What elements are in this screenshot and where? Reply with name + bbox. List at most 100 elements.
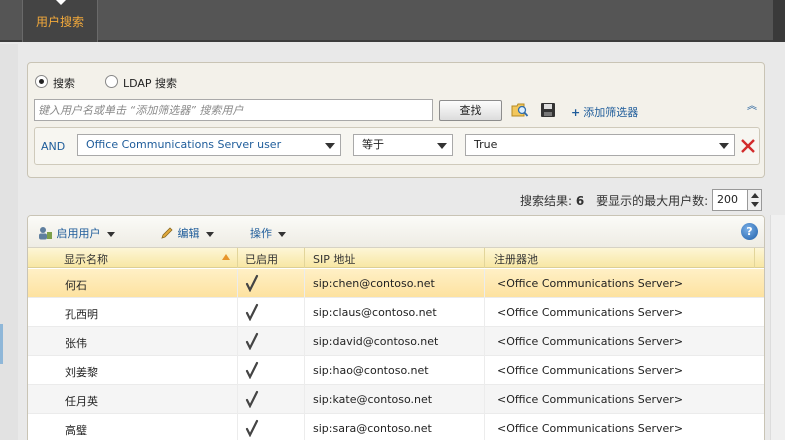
table-row[interactable]: 孔西明 sip:claus@contoso.net <Office Communic… (28, 298, 764, 327)
chevron-down-icon (719, 143, 729, 149)
cell-registrar-pool: <Office Communications Server> (497, 306, 684, 319)
column-divider[interactable] (754, 248, 755, 268)
cell-registrar-pool: <Office Communications Server> (497, 364, 684, 377)
max-users-value: 200 (717, 193, 738, 206)
enable-users-button[interactable]: 启用用户 (38, 225, 115, 241)
grid-toolbar: 启用用户 编辑 操作 ? (28, 216, 764, 248)
search-input[interactable] (34, 99, 433, 121)
filter-operator-value: 等于 (362, 138, 384, 151)
spin-down-icon[interactable] (751, 202, 759, 207)
cell-registrar-pool: <Office Communications Server> (497, 422, 684, 435)
cell-divider (237, 327, 238, 356)
edit-button[interactable]: 编辑 (160, 225, 214, 241)
top-bar-edge (773, 0, 785, 42)
enabled-check-icon (245, 274, 259, 292)
max-users-stepper[interactable]: 200 (712, 189, 762, 211)
table-row[interactable]: 刘姜黎 sip:hao@contoso.net <Office Communicat… (28, 356, 764, 385)
find-button[interactable]: 查找 (439, 100, 502, 121)
chevron-down-icon (106, 231, 115, 237)
max-users-label: 要显示的最大用户数: (596, 194, 709, 208)
cell-registrar-pool: <Office Communications Server> (497, 393, 684, 406)
results-count: 6 (575, 194, 585, 208)
cell-divider (237, 414, 238, 440)
vertical-scrollbar[interactable] (770, 215, 785, 440)
chevron-down-icon (437, 143, 447, 149)
chevron-down-icon (278, 231, 286, 237)
enabled-check-icon (245, 361, 259, 379)
search-results-summary: 搜索结果: 6 要显示的最大用户数: (520, 192, 708, 209)
cell-sip-address: sip:kate@contoso.net (313, 393, 433, 406)
cell-display-name: 任月英 (65, 395, 98, 408)
filter-value: True (474, 138, 498, 151)
open-search-icon[interactable] (511, 101, 529, 119)
table-row[interactable]: 何石 sip:chen@contoso.net <Office Communicat… (28, 269, 764, 298)
top-bar: 用户搜索 (0, 0, 785, 42)
cell-sip-address: sip:claus@contoso.net (313, 306, 437, 319)
cell-divider (237, 385, 238, 414)
actions-button[interactable]: 操作 (250, 225, 286, 241)
cell-divider (237, 298, 238, 327)
edit-label: 编辑 (177, 227, 200, 240)
column-header-registrar-pool[interactable]: 注册器池 (494, 251, 538, 267)
table-row[interactable]: 高璧 sip:sara@contoso.net <Office Communicat… (28, 414, 764, 440)
enabled-check-icon (245, 332, 259, 350)
table-row[interactable]: 任月英 sip:kate@contoso.net <Office Communica… (28, 385, 764, 414)
filter-operator-select[interactable]: 等于 (353, 134, 453, 156)
radio-search-label: 搜索 (53, 77, 75, 90)
enable-users-icon (39, 227, 52, 240)
cell-sip-address: sip:chen@contoso.net (313, 277, 435, 290)
search-panel: 搜索 LDAP 搜索 查找 +添加筛选器 ︽ AND Office Commun… (27, 62, 765, 178)
radio-ldap-search-label: LDAP 搜索 (123, 77, 178, 90)
tab-user-search[interactable]: 用户搜索 (22, 0, 98, 42)
results-count-label: 搜索结果: (520, 194, 573, 208)
help-icon[interactable]: ? (741, 223, 758, 240)
cell-display-name: 高璧 (65, 424, 87, 437)
filter-attribute-select[interactable]: Office Communications Server user (77, 134, 341, 156)
cell-divider (304, 414, 305, 440)
column-divider[interactable] (304, 248, 305, 268)
column-header-enabled[interactable]: 已启用 (245, 251, 278, 267)
cell-divider (304, 269, 305, 298)
enable-users-label: 启用用户 (56, 227, 101, 240)
filter-row: AND Office Communications Server user 等于… (34, 127, 760, 165)
plus-icon: + (571, 106, 581, 119)
cell-display-name: 何石 (65, 279, 87, 292)
column-divider[interactable] (237, 248, 238, 268)
enabled-check-icon (245, 419, 259, 437)
cell-divider (304, 385, 305, 414)
cell-divider (484, 414, 485, 440)
cell-sip-address: sip:hao@contoso.net (313, 364, 429, 377)
radio-ldap-search[interactable] (105, 75, 118, 88)
column-header-sip-address[interactable]: SIP 地址 (313, 251, 355, 267)
radio-search[interactable] (35, 75, 48, 88)
save-icon[interactable] (539, 101, 557, 119)
left-strip-marker (0, 324, 3, 364)
cell-divider (237, 356, 238, 385)
sort-ascending-icon (222, 254, 230, 260)
filter-value-select[interactable]: True (465, 134, 735, 156)
enabled-check-icon (245, 303, 259, 321)
table-row[interactable]: 张伟 sip:david@contoso.net <Office Communica… (28, 327, 764, 356)
pencil-icon (161, 227, 173, 239)
column-header-display-name[interactable]: 显示名称 (64, 251, 108, 267)
filter-attribute-value: Office Communications Server user (86, 138, 282, 151)
cell-divider (304, 327, 305, 356)
users-grid: 启用用户 编辑 操作 ? 显示名称 已启用 SIP 地址 注册器池 何石 sip:… (27, 215, 765, 440)
tab-user-search-label: 用户搜索 (35, 15, 84, 29)
actions-label: 操作 (250, 227, 272, 240)
spin-up-icon[interactable] (751, 193, 759, 198)
cell-display-name: 刘姜黎 (65, 366, 98, 379)
spinner[interactable] (747, 190, 761, 210)
cell-registrar-pool: <Office Communications Server> (497, 277, 684, 290)
cell-divider (484, 385, 485, 414)
collapse-icon[interactable]: ︽ (747, 102, 759, 117)
cell-divider (484, 356, 485, 385)
remove-filter-icon[interactable] (740, 138, 756, 154)
cell-divider (237, 269, 238, 298)
column-divider[interactable] (484, 248, 485, 268)
chevron-down-icon (325, 143, 335, 149)
cell-registrar-pool: <Office Communications Server> (497, 335, 684, 348)
cell-display-name: 张伟 (65, 337, 87, 350)
cell-divider (484, 327, 485, 356)
add-filter-button[interactable]: + 添加筛选器 (571, 104, 638, 120)
